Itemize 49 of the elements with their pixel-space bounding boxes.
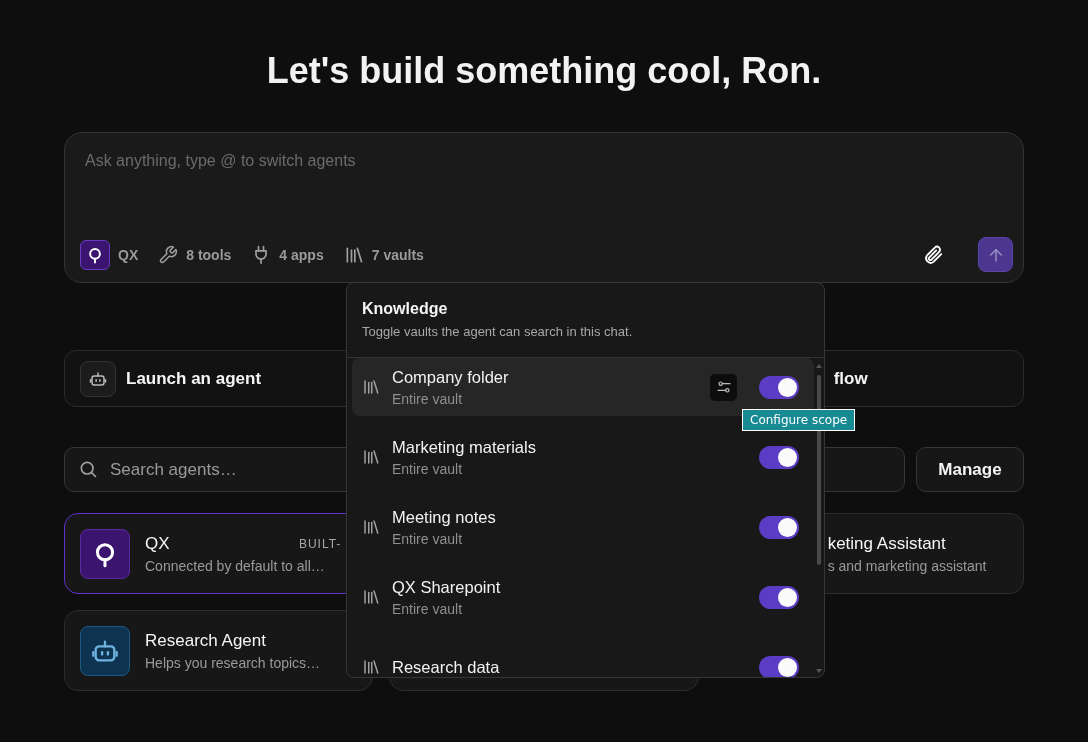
scroll-up-icon[interactable] [816, 363, 822, 369]
wrench-icon [158, 244, 179, 265]
prompt-field[interactable]: Ask anything, type @ to switch agents [80, 151, 1013, 171]
agent-card[interactable]: Research Agent Helps you research topics… [64, 610, 374, 691]
agent-name: QX [145, 533, 170, 554]
agent-description: s and marketing assistant [827, 557, 988, 574]
vault-name: Meeting notes [392, 507, 497, 527]
tooltip: Configure scope [742, 409, 856, 431]
vault-scope: Entire vault [392, 390, 464, 407]
vault-scope: Entire vault [392, 600, 464, 617]
agent-name: keting Assistant [827, 533, 947, 554]
settings-button[interactable] [710, 373, 737, 401]
paperclip-icon[interactable] [922, 243, 944, 266]
vault-name: Company folder [392, 367, 510, 387]
popover-subtitle: Toggle vaults the agent can search in this chat. [362, 324, 634, 339]
vault-name: Marketing materials [392, 437, 537, 457]
page-heading: Let's build something cool, Ron. [265, 50, 823, 92]
vault-name: QX Sharepoint [392, 577, 502, 597]
logo-icon [86, 245, 104, 264]
manage-button[interactable]: Manage [916, 447, 1024, 492]
search-icon [78, 459, 98, 479]
library-icon [362, 518, 380, 536]
agent-description: Helps you research topics… [145, 654, 322, 671]
agent-description: Connected by default to all… [145, 557, 326, 574]
prompt-box[interactable]: Ask anything, type @ to switch agents QX 8 tools 4 apps 7 vaults [64, 132, 1024, 283]
apps-chip[interactable]: 4 apps [251, 244, 324, 265]
library-icon [362, 658, 380, 676]
toggle-switch[interactable] [759, 655, 799, 677]
library-icon [362, 448, 380, 466]
vaults-chip[interactable]: 7 vaults [343, 244, 424, 265]
popover-title: Knowledge [362, 300, 449, 318]
vault-name: Research data [392, 657, 501, 677]
action-label: Launch an agent [126, 368, 262, 389]
robot-icon [89, 369, 107, 388]
vault-row[interactable]: Marketing materials Entire vault [352, 428, 814, 486]
toggle-switch[interactable] [759, 585, 799, 609]
toggle-switch[interactable] [759, 375, 799, 399]
sliders-icon [715, 379, 732, 395]
library-icon [362, 378, 380, 396]
agent-tag: BUILT- [298, 536, 342, 551]
library-icon [362, 588, 380, 606]
tools-chip[interactable]: 8 tools [158, 244, 232, 265]
send-button[interactable] [978, 237, 1013, 272]
vault-scope: Entire vault [392, 460, 464, 477]
vault-scope: Entire vault [392, 530, 464, 547]
toggle-switch[interactable] [759, 515, 799, 539]
agent-name: Research Agent [145, 630, 266, 651]
scroll-down-icon[interactable] [816, 668, 822, 674]
toggle-switch[interactable] [759, 445, 799, 469]
